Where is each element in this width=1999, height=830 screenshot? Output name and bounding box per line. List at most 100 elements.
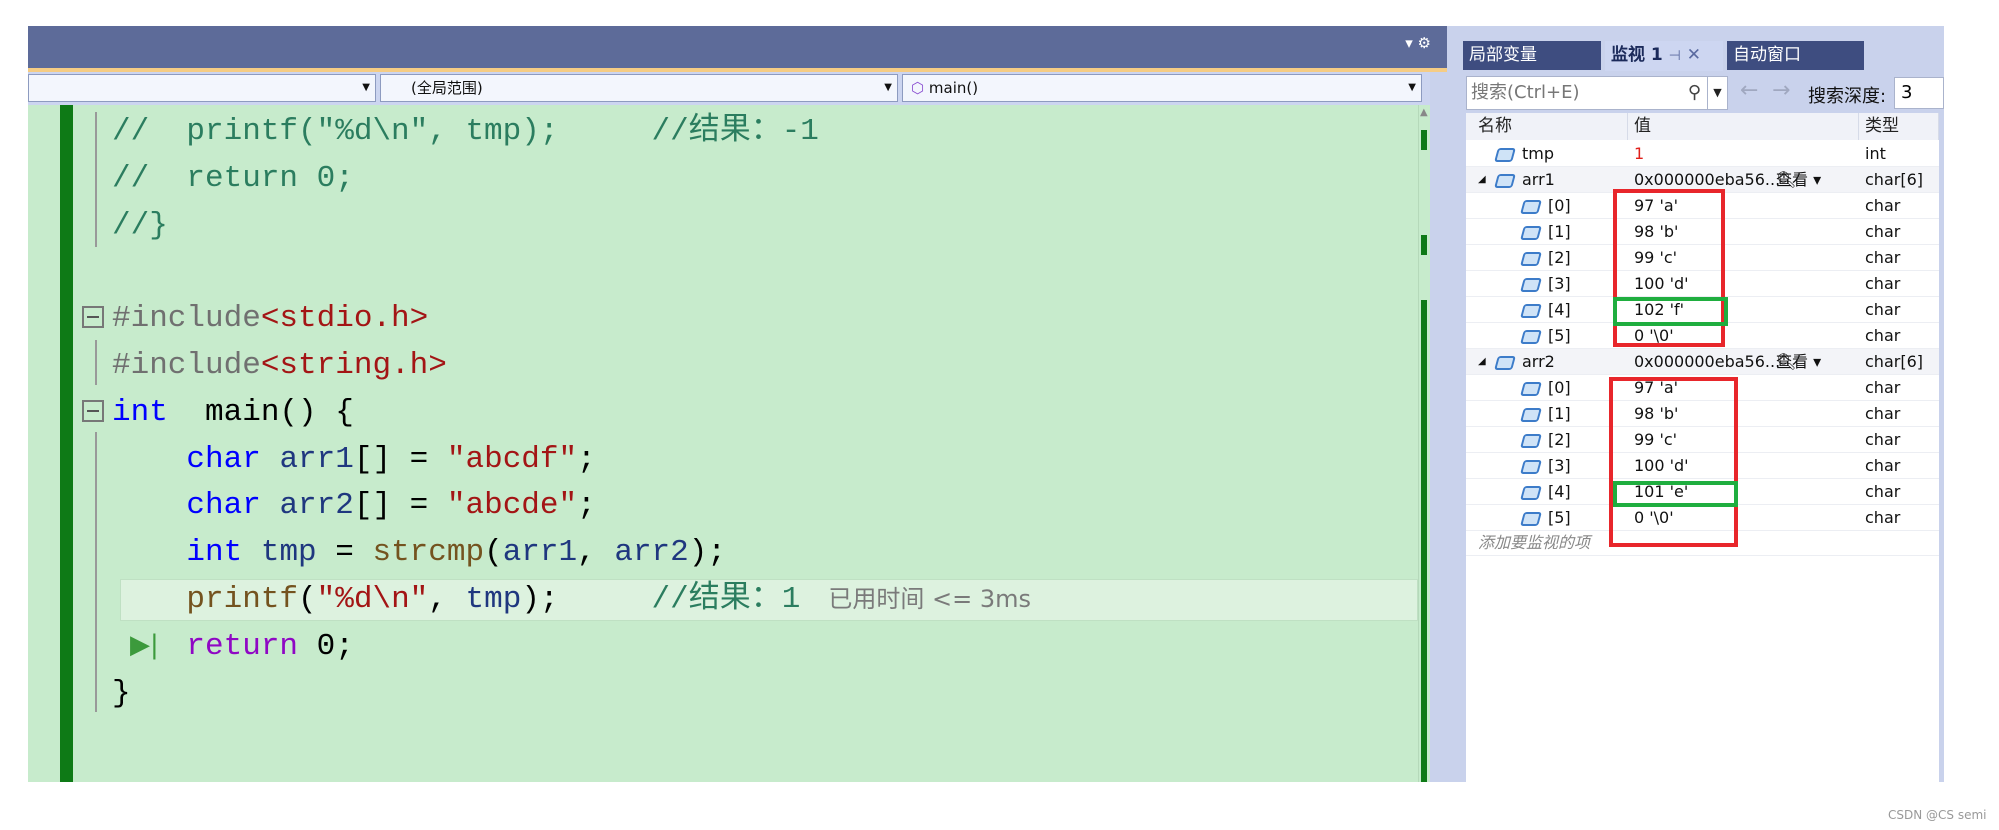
code-token: arr1 (502, 535, 578, 571)
code-token: ; (577, 441, 596, 477)
annotation-red-box (1609, 377, 1738, 547)
navigation-bar: ▼ (全局范围)▼ ⬡ main()▼ ⇕ (28, 72, 1447, 105)
code-line[interactable]: int main() { (112, 389, 354, 436)
code-token: #include (112, 301, 261, 337)
search-depth-select[interactable]: 3 (1894, 77, 1944, 109)
gear-icon[interactable]: ▾ ⚙ (1405, 34, 1431, 52)
code-line[interactable]: char arr1[] = "abcdf"; (112, 436, 596, 483)
back-arrow-icon[interactable]: ← (1740, 78, 1758, 103)
close-icon[interactable]: ✕ (1687, 45, 1701, 65)
column-header-name[interactable]: 名称 (1466, 113, 1628, 140)
watch-name: [4] (1548, 482, 1571, 501)
watch-type: char (1865, 430, 1901, 449)
code-token: [] = (353, 488, 447, 524)
watch-type: int (1865, 144, 1886, 163)
change-margin (60, 105, 73, 782)
code-token: ( (484, 535, 503, 571)
annotation-green-box (1613, 297, 1728, 326)
watermark: CSDN @CS semi (1888, 808, 1987, 822)
column-header-type[interactable]: 类型 (1859, 113, 1939, 140)
code-token: 0; (298, 628, 354, 664)
variable-icon (1520, 401, 1542, 427)
variable-icon (1520, 453, 1542, 479)
watch-value[interactable]: 1 (1634, 141, 1644, 167)
code-line[interactable]: int tmp = strcmp(arr1, arr2); (112, 529, 726, 576)
code-token: //} (112, 207, 168, 243)
code-token: ); (688, 535, 726, 571)
watch-name: tmp (1522, 144, 1555, 163)
column-header-value[interactable]: 值 (1628, 113, 1859, 140)
code-token: [] = (353, 441, 447, 477)
watch-type: char (1865, 482, 1901, 501)
function-dropdown[interactable]: ⬡ main() ▼ (902, 74, 1422, 102)
code-line[interactable]: #include<stdio.h> (112, 295, 428, 342)
tab-locals[interactable]: 局部变量 (1463, 41, 1601, 70)
expand-toggle-icon[interactable]: ◢ (1478, 349, 1486, 375)
scope-dropdown[interactable]: (全局范围) ▼ (380, 74, 898, 102)
watch-row[interactable]: ◢ arr2 0x000000eba56... 🔍︎ 查看 ▾ char[6] (1466, 349, 1939, 375)
code-token: // printf("%d\n", tmp); //结果：-1 (112, 114, 819, 149)
run-to-cursor-icon[interactable]: ▶| (130, 630, 159, 660)
code-line[interactable]: // printf("%d\n", tmp); //结果：-1 (112, 108, 819, 155)
watch-name: arr1 (1522, 170, 1555, 189)
code-token: arr2 (614, 535, 689, 571)
search-icon: ⚲ (1687, 82, 1701, 103)
editor-scrollbar[interactable]: ▲ (1418, 105, 1430, 782)
code-token: int (186, 535, 243, 571)
forward-arrow-icon[interactable]: → (1772, 78, 1790, 103)
variable-icon (1494, 167, 1516, 193)
pin-icon[interactable]: ⊣ (1669, 48, 1681, 64)
watch-name: [2] (1548, 248, 1571, 267)
project-dropdown[interactable]: ▼ (28, 74, 376, 102)
collapse-toggle[interactable] (82, 306, 104, 328)
chevron-down-icon: ▼ (1408, 82, 1416, 93)
code-line[interactable]: #include<string.h> (112, 342, 447, 389)
code-line[interactable]: char arr2[] = "abcde"; (112, 482, 595, 529)
watch-type: char (1865, 274, 1901, 293)
watch-type: char (1865, 222, 1901, 241)
visualizer-button[interactable]: 🔍︎ 查看 ▾ (1776, 349, 1821, 375)
watch-name: [3] (1548, 274, 1571, 293)
code-token: = (316, 535, 373, 571)
variable-icon (1520, 323, 1542, 349)
watch-search-input[interactable]: 搜索(Ctrl+E) ⚲ ▼ (1466, 76, 1728, 110)
code-token: // return 0; (112, 160, 354, 196)
watch-row[interactable]: tmp 1 int (1466, 141, 1939, 167)
change-mark (1421, 130, 1427, 150)
variable-icon (1520, 427, 1542, 453)
panel-splitter[interactable] (1430, 72, 1447, 782)
variable-icon (1520, 505, 1542, 531)
magnifier-icon: 🔍︎ (1776, 170, 1797, 189)
chevron-down-icon[interactable]: ▼ (1707, 77, 1727, 109)
fold-guide (95, 432, 97, 712)
code-line[interactable]: //} (112, 202, 168, 249)
watch-type: char (1865, 248, 1901, 267)
code-token: tmp (465, 582, 522, 617)
code-token: printf (186, 582, 299, 617)
code-token: arr2 (279, 488, 354, 524)
tab-watch-1[interactable]: 监视 1 ⊣ ✕ (1605, 41, 1723, 71)
watch-name: [5] (1548, 326, 1571, 345)
method-icon: ⬡ (911, 79, 925, 97)
watch-name: [3] (1548, 456, 1571, 475)
code-token: } (112, 675, 131, 711)
fold-guide (95, 340, 97, 385)
fold-guide (95, 112, 97, 247)
tab-autos[interactable]: 自动窗口 (1727, 41, 1864, 70)
code-token: char (186, 488, 261, 524)
code-token: //结果：1 (651, 582, 801, 617)
expand-toggle-icon[interactable]: ◢ (1478, 167, 1486, 193)
watch-name: [0] (1548, 196, 1571, 215)
code-token: char (186, 441, 261, 477)
watch-value[interactable]: 0x000000eba56... (1634, 349, 1780, 375)
code-line[interactable]: } (112, 670, 131, 717)
collapse-toggle[interactable] (82, 400, 104, 422)
change-mark (1421, 235, 1427, 255)
chevron-down-icon: ▼ (884, 82, 892, 93)
code-line[interactable]: // return 0; (112, 155, 354, 202)
watch-type: char (1865, 196, 1901, 215)
visualizer-button[interactable]: 🔍︎ 查看 ▾ (1776, 167, 1821, 193)
scroll-up-icon[interactable]: ▲ (1420, 107, 1428, 118)
code-line[interactable]: printf("%d\n", tmp); //结果：1 已用时间 <= 3ms (112, 576, 1031, 623)
code-token: , (577, 535, 615, 571)
